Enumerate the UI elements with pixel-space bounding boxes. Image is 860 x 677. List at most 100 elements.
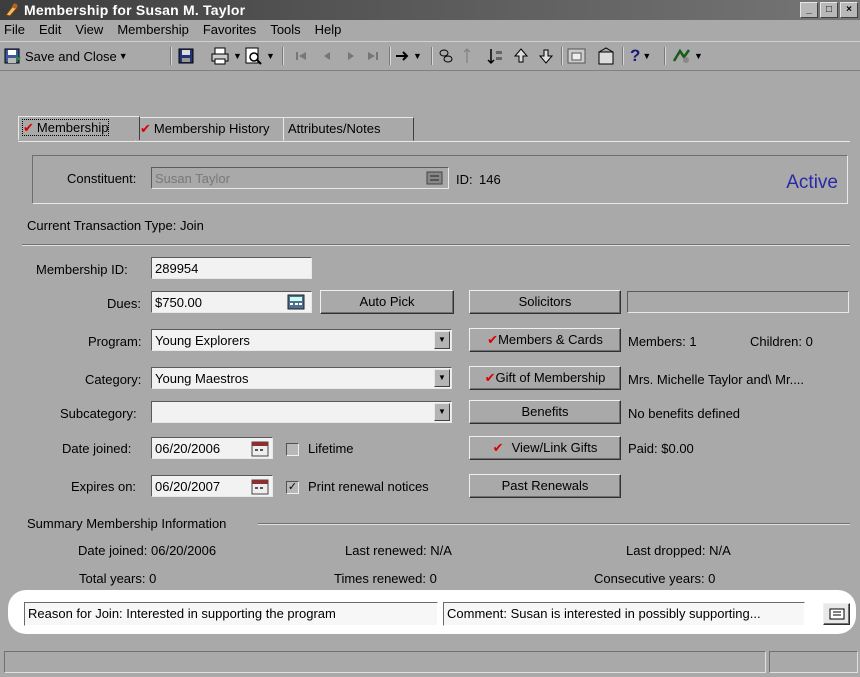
last-record-button[interactable]: [366, 46, 380, 66]
program-value: Young Explorers: [155, 333, 250, 348]
menu-help[interactable]: Help: [308, 20, 349, 40]
membership-id-field[interactable]: 289954: [151, 257, 312, 279]
chevron-down-icon: ▼: [233, 51, 242, 61]
chevron-down-icon[interactable]: ▼: [434, 403, 450, 421]
past-renewals-button[interactable]: Past Renewals: [469, 474, 621, 498]
expires-on-field[interactable]: 06/20/2007: [151, 475, 273, 497]
gift-of-membership-donor: Mrs. Michelle Taylor and\ Mr....: [628, 372, 805, 387]
move-down-button[interactable]: [486, 46, 504, 66]
constituent-lookup-icon[interactable]: [426, 170, 444, 186]
summary-total-years: Total years: 0: [79, 571, 157, 586]
close-button[interactable]: ×: [840, 2, 858, 18]
benefits-info: No benefits defined: [628, 406, 741, 421]
menu-tools[interactable]: Tools: [263, 20, 307, 40]
tab-attributes-notes[interactable]: Attributes/Notes: [283, 117, 414, 141]
previous-record-button[interactable]: [320, 46, 334, 66]
arrow-right-icon: [396, 51, 409, 61]
red-check-icon: ✔: [487, 332, 499, 347]
category-label: Category:: [85, 372, 142, 387]
summary-consecutive-years: Consecutive years: 0: [594, 571, 716, 586]
print-button[interactable]: ▼: [211, 46, 242, 66]
chevron-down-icon: ▼: [118, 51, 128, 61]
properties-button[interactable]: [597, 46, 617, 66]
subcategory-label: Subcategory:: [60, 406, 137, 421]
date-joined-value: 06/20/2006: [155, 441, 221, 456]
reason-for-join-field[interactable]: Reason for Join: Interested in supportin…: [24, 602, 438, 626]
gift-of-membership-button[interactable]: ✔Gift of Membership: [469, 366, 621, 390]
move-up-button[interactable]: [462, 46, 480, 66]
calendar-icon[interactable]: [251, 479, 269, 495]
program-label: Program:: [88, 334, 142, 349]
window-title: Membership for Susan M. Taylor: [24, 2, 246, 18]
next-record-button[interactable]: [344, 46, 358, 66]
notes-button[interactable]: [823, 603, 850, 625]
reason-for-join-text: Reason for Join: Interested in supportin…: [28, 606, 336, 621]
menu-file[interactable]: File: [0, 20, 32, 40]
summary-divider: [258, 523, 850, 525]
save-and-close-button[interactable]: Save and Close ▼: [4, 46, 128, 66]
menu-membership[interactable]: Membership: [110, 20, 196, 40]
menu-edit[interactable]: Edit: [32, 20, 68, 40]
constituent-label: Constituent:: [67, 171, 137, 186]
minimize-button[interactable]: _: [800, 2, 818, 18]
view-link-gifts-button[interactable]: ✔ View/Link Gifts: [469, 436, 621, 460]
tab-membership-history[interactable]: ✔ Membership History: [135, 117, 289, 141]
summary-last-dropped: Last dropped: N/A: [626, 543, 731, 558]
chevron-down-icon[interactable]: ▼: [434, 331, 450, 349]
auto-pick-button[interactable]: Auto Pick: [320, 290, 454, 314]
solicitors-button[interactable]: Solicitors: [469, 290, 621, 314]
chevron-down-icon: ▼: [694, 51, 703, 61]
dues-value: $750.00: [155, 295, 202, 310]
subcategory-dropdown[interactable]: ▼: [151, 401, 452, 423]
down-arrow-icon: [538, 49, 554, 64]
comment-field[interactable]: Comment: Susan is interested in possibly…: [443, 602, 805, 626]
expires-on-label: Expires on:: [71, 479, 137, 494]
constituent-field[interactable]: Susan Taylor: [151, 167, 449, 189]
members-cards-button[interactable]: ✔Members & Cards: [469, 328, 621, 352]
paid-amount: Paid: $0.00: [628, 441, 694, 456]
members-count: Members: 1: [628, 334, 697, 349]
help-button[interactable]: ? ▼: [630, 46, 651, 66]
folder-button[interactable]: [567, 46, 587, 66]
dues-label: Dues:: [107, 296, 141, 311]
date-joined-field[interactable]: 06/20/2006: [151, 437, 273, 459]
tools-icon: [672, 48, 691, 63]
benefits-button[interactable]: Benefits: [469, 400, 621, 424]
lifetime-checkbox[interactable]: [286, 443, 299, 456]
gift-of-membership-label: Gift of Membership: [495, 370, 606, 385]
print-preview-button[interactable]: ▼: [244, 46, 275, 66]
calculator-icon[interactable]: [287, 294, 305, 310]
next-record-icon: [348, 52, 354, 60]
print-renewal-checkbox[interactable]: ✓: [286, 481, 299, 494]
previous-record-icon: [324, 52, 330, 60]
constituent-id-label: ID:: [456, 172, 473, 187]
menu-view[interactable]: View: [68, 20, 110, 40]
link-button[interactable]: [437, 46, 455, 66]
last-record-icon: [368, 52, 378, 60]
summary-date-joined: Date joined: 06/20/2006: [78, 543, 217, 558]
first-record-button[interactable]: [294, 46, 308, 66]
date-joined-label: Date joined:: [62, 441, 132, 456]
properties-icon: [598, 47, 614, 65]
tab-membership[interactable]: ✔ Membership: [18, 116, 140, 140]
divider: [22, 244, 850, 246]
calendar-icon[interactable]: [251, 441, 269, 457]
membership-id-value: 289954: [155, 261, 199, 276]
go-to-button[interactable]: ▼: [395, 46, 422, 66]
next-item-button[interactable]: [537, 46, 555, 66]
chevron-down-icon[interactable]: ▼: [434, 369, 450, 387]
maximize-button[interactable]: □: [820, 2, 838, 18]
first-record-icon: [296, 52, 306, 60]
category-dropdown[interactable]: Young Maestros ▼: [151, 367, 452, 389]
summary-heading: Summary Membership Information: [27, 516, 227, 531]
solicitor-display: [627, 291, 849, 313]
previous-item-button[interactable]: [512, 46, 530, 66]
sort-up-icon: [463, 47, 478, 63]
save-button[interactable]: [177, 46, 195, 66]
tab-membership-history-label: Membership History: [153, 121, 270, 136]
menu-favorites[interactable]: Favorites: [196, 20, 263, 40]
title-bar[interactable]: Membership for Susan M. Taylor _ □ ×: [0, 0, 860, 20]
children-count: Children: 0: [750, 334, 813, 349]
tools-button[interactable]: ▼: [672, 46, 703, 66]
program-dropdown[interactable]: Young Explorers ▼: [151, 329, 452, 351]
